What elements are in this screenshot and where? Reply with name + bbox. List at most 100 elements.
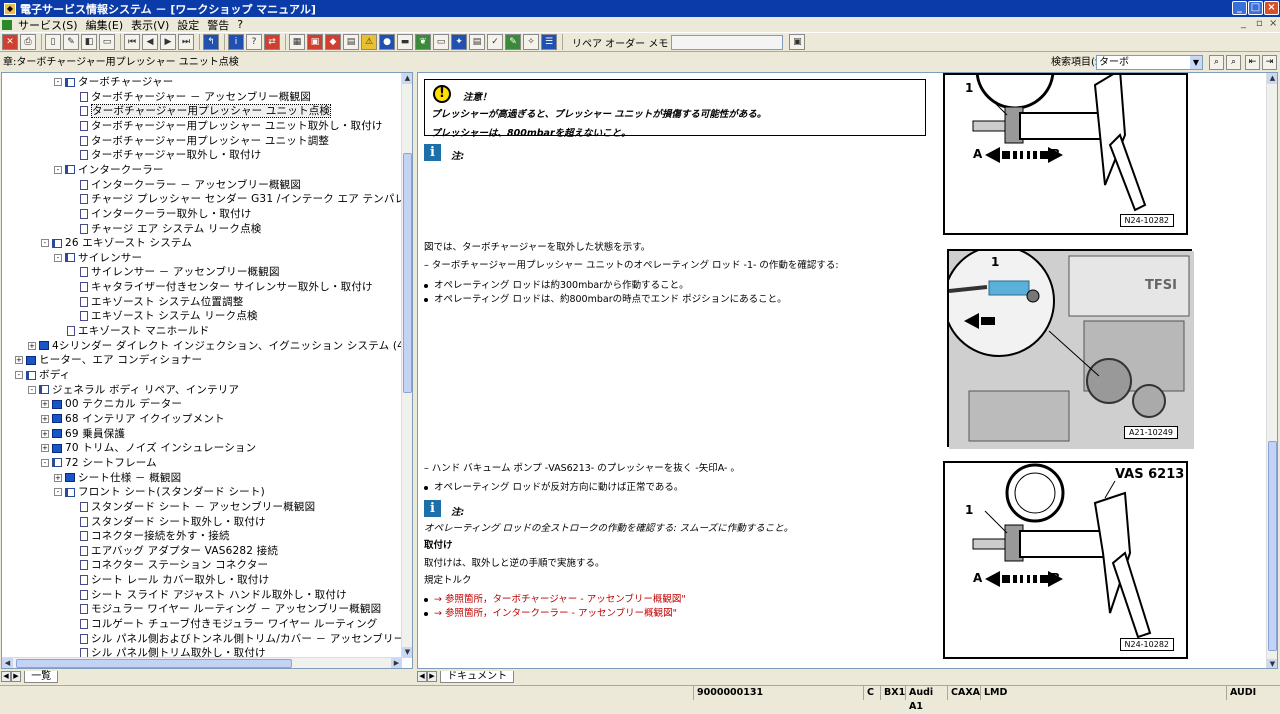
tree-item[interactable]: エキゾースト システム位置調整	[80, 295, 244, 310]
scroll-right-icon[interactable]: ▶	[391, 658, 402, 668]
tree-item[interactable]: チャージ プレッシャー センダー G31 /インテーク エア テンパレチャー セ	[80, 192, 412, 207]
search-icon[interactable]: ⌕	[1209, 55, 1224, 70]
tree-item[interactable]: ターボチャージャー用プレッシャー ユニット調整	[80, 134, 329, 149]
tree-item[interactable]: ターボチャージャー － アッセンブリー概観図	[80, 90, 311, 105]
tree-item[interactable]: - サイレンサー	[54, 251, 142, 266]
shield-icon[interactable]: ◆	[325, 34, 341, 50]
chevron-down-icon[interactable]: ▼	[1190, 56, 1202, 69]
tree-item-label[interactable]: 69 乗員保護	[65, 428, 125, 440]
tree-item[interactable]: インタークーラー取外し・取付け	[80, 207, 252, 222]
tree-item-label[interactable]: ジェネラル ボディ リペア、インテリア	[52, 384, 239, 396]
tree-item[interactable]: サイレンサー － アッセンブリー概観図	[80, 265, 280, 280]
maximize-button[interactable]: □	[1248, 1, 1263, 15]
tree-item[interactable]: - ターボチャージャー	[54, 75, 173, 90]
tree-item-label[interactable]: 72 シートフレーム	[65, 457, 157, 469]
link-intercooler-overview[interactable]: → 参照箇所，インタークーラー - アッセンブリー概観図"	[424, 605, 677, 619]
tree-item[interactable]: + ヒーター、エア コンディショナー	[15, 353, 202, 368]
memo-window-icon[interactable]: ▣	[789, 34, 806, 50]
doc-tab-next-icon[interactable]: ▶	[427, 671, 437, 682]
tree-item[interactable]: コネクター接続を外す・接続	[80, 529, 230, 544]
tree-item[interactable]: シート レール カバー取外し・取付け	[80, 573, 269, 588]
tree-item-label[interactable]: エキゾースト マニホールド	[78, 325, 209, 337]
scroll-left-icon[interactable]: ◀	[2, 658, 13, 668]
link-turbo-overview[interactable]: → 参照箇所，ターボチャージャー - アッセンブリー概観図"	[424, 591, 686, 605]
tree-item-label[interactable]: 00 テクニカル データー	[65, 398, 182, 410]
tree-scroll-thumb[interactable]	[403, 153, 412, 393]
tree-item[interactable]: +69 乗員保護	[41, 427, 125, 442]
car-icon[interactable]: ▭	[433, 34, 449, 50]
tab-document[interactable]: ドキュメント	[440, 671, 515, 683]
menu-settings[interactable]: 設定	[173, 17, 203, 33]
expand-icon[interactable]: +	[41, 414, 49, 423]
back-icon[interactable]: ↰	[203, 34, 219, 50]
tree-item[interactable]: +68 インテリア イクイップメント	[41, 412, 225, 427]
tree-horizontal-scrollbar[interactable]: ◀ ▶	[2, 657, 402, 668]
doc-scroll-thumb[interactable]	[1268, 441, 1277, 651]
edit-icon[interactable]: ✎	[63, 34, 79, 50]
menu-service[interactable]: サービス(S)	[14, 17, 82, 33]
tree-item[interactable]: - インタークーラー	[54, 163, 164, 178]
warning-icon[interactable]: ⚠	[361, 34, 377, 50]
mdi-restore-icon[interactable]: ▫	[1256, 18, 1263, 29]
tree-item[interactable]: ターボチャージャー用プレッシャー ユニット取外し・取付け	[80, 119, 383, 134]
previous-page-icon[interactable]: ◀	[142, 34, 158, 50]
tree-item-label[interactable]: フロント シート(スタンダード シート)	[78, 486, 265, 498]
link-1-text[interactable]: → 参照箇所，ターボチャージャー - アッセンブリー概観図"	[434, 594, 686, 605]
tree-item[interactable]: コネクター ステーション コネクター	[80, 558, 268, 573]
tree-item[interactable]: キャタライザー付きセンター サイレンサー取外し・取付け	[80, 280, 373, 295]
expand-icon[interactable]: +	[41, 429, 49, 438]
expand-icon[interactable]: +	[15, 356, 23, 365]
collapse-icon[interactable]: -	[54, 165, 62, 174]
menu-view[interactable]: 表示(V)	[127, 17, 173, 33]
mdi-close-icon[interactable]: ×	[1269, 18, 1277, 29]
tree-item-label[interactable]: ターボチャージャー	[78, 76, 173, 88]
tree-item[interactable]: + シート仕様 － 概観図	[54, 471, 181, 486]
search-select[interactable]: ターボ ▼	[1096, 55, 1203, 70]
collapse-icon[interactable]: -	[28, 385, 36, 394]
print-icon[interactable]: ⎙	[20, 34, 36, 50]
tab-prev-icon[interactable]: ◀	[1, 671, 11, 682]
tree-item-label[interactable]: コルゲート チューブ付きモジュラー ワイヤー ルーティング	[91, 618, 378, 630]
tree-item-label[interactable]: インタークーラー － アッセンブリー概観図	[91, 179, 301, 191]
find-previous-icon[interactable]: ⇤	[1245, 55, 1260, 70]
tree-item[interactable]: +4シリンダー ダイレクト インジェクション、イグニッション システム (4シリ…	[28, 339, 412, 354]
sync-icon[interactable]: ⇄	[264, 34, 280, 50]
doc-tab-prev-icon[interactable]: ◀	[417, 671, 427, 682]
search-next-icon[interactable]: ⌕	[1226, 55, 1241, 70]
close-button[interactable]: ×	[1264, 1, 1279, 15]
tree-item[interactable]: ターボチャージャー用プレッシャー ユニット点検	[80, 104, 332, 119]
tree-item-label[interactable]: シル パネル側およびトンネル側トリム/カバー － アッセンブリー概観図	[91, 633, 412, 645]
tree-item-label[interactable]: 4シリンダー ダイレクト インジェクション、イグニッション システム (4シリン…	[52, 340, 412, 352]
tool-icon[interactable]: ✦	[451, 34, 467, 50]
tree-item[interactable]: - ジェネラル ボディ リペア、インテリア	[28, 383, 239, 398]
grid-icon[interactable]: ▦	[289, 34, 305, 50]
expand-icon[interactable]: +	[28, 341, 36, 350]
info-icon[interactable]: i	[228, 34, 244, 50]
scroll-up-icon[interactable]: ▲	[402, 73, 412, 84]
tree-item-label[interactable]: エキゾースト システム位置調整	[91, 296, 244, 308]
document-icon[interactable]: ▤	[469, 34, 485, 50]
doc-scroll-up-icon[interactable]: ▲	[1267, 73, 1277, 84]
tree-item-label[interactable]: ターボチャージャー用プレッシャー ユニット調整	[91, 135, 329, 147]
leaf-icon[interactable]: ❦	[415, 34, 431, 50]
tree-item[interactable]: モジュラー ワイヤー ルーティング － アッセンブリー概観図	[80, 602, 381, 617]
tree-item-label[interactable]: ターボチャージャー取外し・取付け	[91, 149, 261, 161]
first-page-icon[interactable]: ⏮	[124, 34, 140, 50]
car-info-icon[interactable]: ◧	[81, 34, 97, 50]
tree-item[interactable]: ターボチャージャー取外し・取付け	[80, 148, 261, 163]
tree-hscroll-thumb[interactable]	[16, 659, 292, 668]
menu-help[interactable]: ?	[233, 18, 247, 31]
check-icon[interactable]: ✓	[487, 34, 503, 50]
vehicle-icon[interactable]: ▭	[99, 34, 115, 50]
tree-item[interactable]: コルゲート チューブ付きモジュラー ワイヤー ルーティング	[80, 617, 378, 632]
tab-overview[interactable]: 一覧	[24, 671, 59, 683]
next-page-icon[interactable]: ▶	[160, 34, 176, 50]
tree-item-label[interactable]: キャタライザー付きセンター サイレンサー取外し・取付け	[91, 281, 373, 293]
tree-item-label[interactable]: ターボチャージャー用プレッシャー ユニット取外し・取付け	[91, 120, 383, 132]
bookmark-icon[interactable]: ▣	[307, 34, 323, 50]
folder-icon[interactable]: ▬	[397, 34, 413, 50]
tree-item-label[interactable]: インタークーラー	[78, 164, 164, 176]
collapse-icon[interactable]: -	[54, 488, 62, 497]
list-icon[interactable]: ☰	[541, 34, 557, 50]
tree-item-label[interactable]: シート スライド アジャスト ハンドル取外し・取付け	[91, 589, 347, 601]
